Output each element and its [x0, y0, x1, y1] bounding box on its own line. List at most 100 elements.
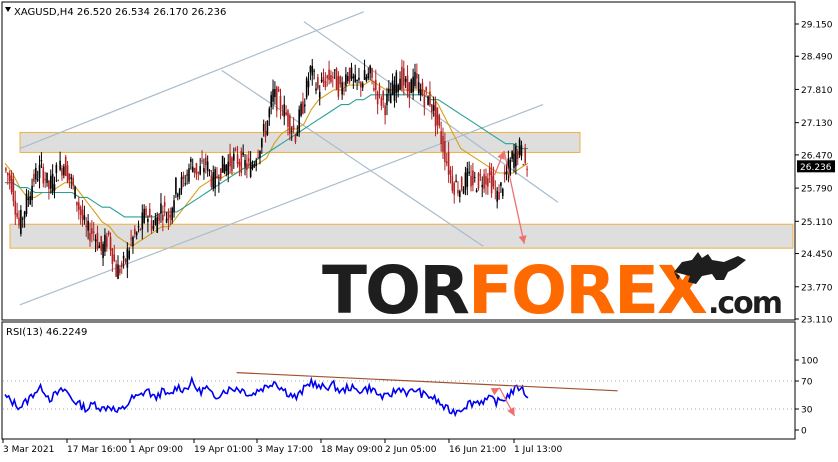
candle-body — [298, 109, 300, 133]
candle-body — [257, 156, 259, 158]
candle-body — [313, 70, 315, 72]
candle-body — [66, 165, 69, 183]
candle-body — [89, 232, 91, 241]
candle-body — [386, 93, 388, 106]
candle-body — [373, 88, 375, 91]
candle-body — [490, 171, 493, 194]
candle-body — [141, 212, 144, 230]
candle-body — [57, 180, 60, 182]
candle-body — [352, 76, 355, 79]
candle-body — [388, 88, 390, 94]
candle-body — [249, 161, 252, 177]
candle-body — [74, 186, 76, 199]
candle-body — [287, 110, 289, 127]
candle-body — [307, 80, 310, 88]
candle-body — [147, 218, 149, 222]
candle-body — [427, 96, 429, 105]
candle-body — [481, 184, 484, 188]
price-tick-label: 25.790 — [801, 185, 833, 195]
candle-body — [487, 178, 489, 187]
candle-body — [397, 85, 399, 93]
rsi-tick-label: 30 — [801, 406, 813, 416]
candle-body — [485, 176, 487, 185]
candle-body — [29, 196, 32, 205]
candle-body — [18, 217, 20, 226]
candle-body — [315, 88, 317, 91]
candle-body — [53, 184, 56, 191]
time-tick-label: 2 Jun 05:00 — [385, 445, 437, 455]
candle-body — [354, 74, 357, 82]
candle-body — [154, 218, 157, 225]
candle-body — [264, 130, 267, 137]
candle-body — [500, 182, 502, 186]
candle-body — [169, 214, 172, 218]
candle-body — [180, 176, 183, 190]
candle-body — [447, 151, 450, 175]
candle-body — [479, 174, 482, 176]
candle-body — [472, 170, 474, 186]
candle-body — [378, 86, 381, 91]
candle-body — [227, 161, 230, 175]
candle-body — [104, 234, 106, 252]
candle-body — [440, 131, 442, 144]
candle-body — [416, 73, 418, 79]
candle-body — [322, 77, 325, 83]
candle-body — [268, 108, 271, 118]
candle-body — [156, 217, 159, 233]
candle-body — [473, 176, 476, 178]
candle-body — [36, 178, 39, 181]
candle-body — [444, 141, 446, 163]
candle-body — [223, 164, 226, 173]
candle-body — [363, 70, 366, 80]
candle-body — [92, 231, 95, 233]
candle-body — [119, 268, 121, 274]
candle-body — [468, 171, 470, 174]
candle-body — [210, 175, 213, 187]
candle-body — [130, 238, 132, 240]
candle-body — [516, 151, 519, 160]
candle-body — [107, 231, 110, 235]
current-price-label: 26.236 — [800, 163, 832, 173]
candle-body — [91, 228, 93, 234]
candle-body — [77, 202, 80, 210]
time-tick-label: 3 Mar 2021 — [3, 445, 54, 455]
candle-body — [328, 69, 330, 80]
candle-body — [460, 177, 463, 190]
candle-body — [335, 68, 338, 90]
candle-body — [236, 154, 239, 165]
candle-body — [320, 79, 323, 82]
candle-body — [401, 66, 403, 89]
candle-body — [193, 167, 196, 173]
candle-body — [234, 149, 237, 151]
candle-body — [21, 218, 24, 220]
candle-body — [12, 178, 15, 202]
candle-body — [294, 134, 297, 143]
candle-body — [46, 172, 48, 183]
candle-body — [421, 82, 424, 96]
candle-body — [150, 220, 153, 231]
candle-body — [431, 104, 433, 113]
candle-body — [395, 72, 398, 94]
candle-body — [14, 200, 17, 215]
candle-body — [120, 263, 123, 268]
candle-body — [408, 82, 411, 98]
candle-body — [102, 243, 104, 259]
candle-body — [311, 65, 314, 76]
candle-body — [64, 156, 67, 177]
candle-body — [171, 207, 173, 221]
candle-body — [219, 168, 222, 179]
candle-body — [115, 264, 117, 277]
candle-body — [492, 176, 495, 187]
candle-body — [178, 188, 181, 195]
candle-body — [350, 67, 353, 80]
candle-body — [464, 172, 467, 190]
price-tick-label: 28.490 — [801, 53, 833, 63]
candle-body — [111, 248, 114, 264]
candle-body — [438, 115, 441, 126]
candle-body — [494, 188, 497, 190]
candle-body — [406, 75, 409, 92]
candle-body — [384, 105, 386, 116]
price-tick-label: 23.770 — [801, 283, 833, 293]
candle-body — [309, 66, 312, 73]
candle-body — [87, 220, 89, 231]
